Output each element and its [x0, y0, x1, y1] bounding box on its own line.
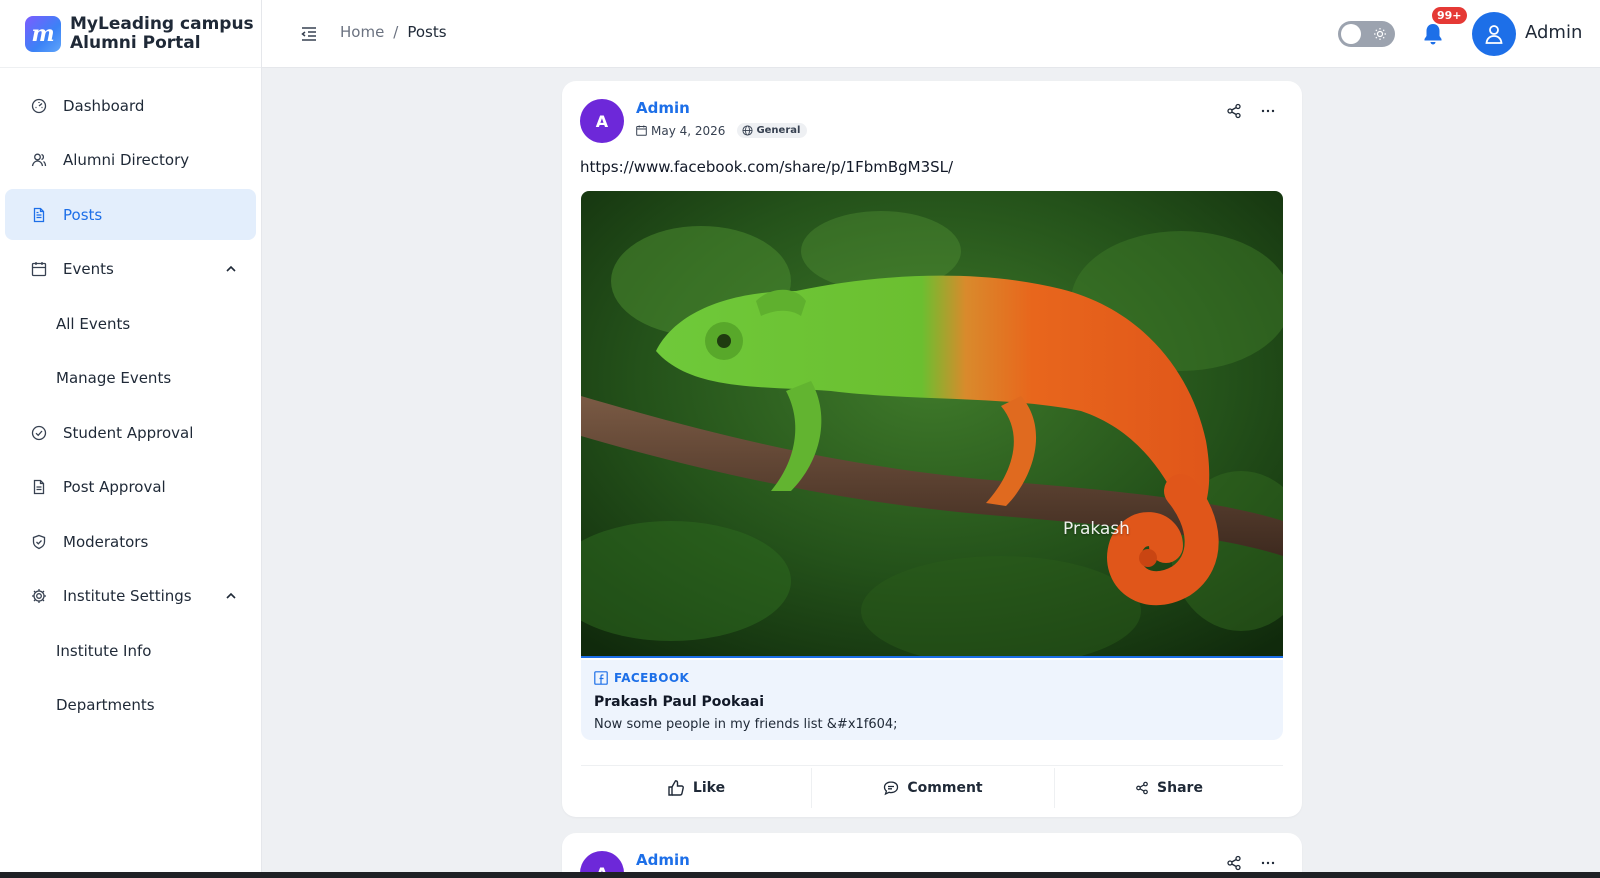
theme-toggle[interactable] [1338, 21, 1395, 47]
post-author-name[interactable]: Admin [636, 851, 690, 869]
comment-icon [884, 781, 899, 796]
file-check-icon [30, 479, 47, 496]
link-preview-source: FACEBOOK [594, 671, 689, 685]
link-preview[interactable]: FACEBOOK Prakash Paul Pookaai Now some p… [581, 660, 1283, 740]
brand-logo: m [25, 15, 61, 52]
user-icon [1485, 25, 1503, 44]
users-icon [30, 152, 47, 169]
sidebar-item-label: Student Approval [63, 423, 194, 442]
bell-icon[interactable] [1422, 22, 1444, 46]
check-circle-icon [30, 424, 47, 441]
gear-icon [30, 588, 47, 605]
sidebar-item-label: Events [63, 260, 114, 278]
user-avatar[interactable] [1472, 12, 1516, 56]
thumbs-up-icon [668, 780, 684, 796]
sidebar-item-label: Moderators [63, 532, 149, 551]
sidebar-item-student-approval[interactable]: Student Approval [5, 407, 256, 458]
breadcrumb-current: Posts [407, 23, 447, 41]
sidebar-item-dashboard[interactable]: Dashboard [5, 80, 256, 131]
post-text[interactable]: https://www.facebook.com/share/p/1FbmBgM… [580, 158, 953, 176]
calendar-icon [636, 125, 647, 136]
sidebar-subitem-manage-events[interactable]: Manage Events [5, 353, 256, 404]
breadcrumb: Home / Posts [340, 23, 447, 41]
sidebar-subitem-departments[interactable]: Departments [5, 680, 256, 731]
post-author-avatar[interactable]: A [580, 99, 624, 143]
gauge-icon [30, 97, 47, 114]
shield-check-icon [30, 533, 47, 550]
notification-badge: 99+ [1432, 7, 1467, 24]
calendar-icon [30, 261, 47, 278]
sidebar-item-post-approval[interactable]: Post Approval [5, 462, 256, 513]
menu-collapse-icon[interactable] [300, 25, 318, 43]
facebook-icon [594, 671, 608, 685]
image-watermark: Prakash [1063, 519, 1130, 539]
link-preview-source-label: FACEBOOK [614, 671, 690, 685]
sidebar-nav: Dashboard Alumni Directory Posts Events … [0, 68, 261, 731]
sidebar-item-label: Post Approval [63, 478, 166, 496]
brand-name-line2: Alumni Portal [70, 32, 201, 53]
brand[interactable]: m MyLeading campus Alumni Portal [0, 0, 261, 68]
sidebar-item-events[interactable]: Events [5, 244, 256, 295]
post-tag-label: General [756, 125, 801, 136]
share-label: Share [1157, 780, 1203, 796]
breadcrumb-home[interactable]: Home [340, 23, 384, 41]
sun-icon [1374, 28, 1386, 40]
brand-name: MyLeading campus Alumni Portal [70, 13, 254, 53]
comment-button[interactable]: Comment [811, 768, 1054, 808]
top-header: Home / Posts 99+ Admin [262, 0, 1600, 68]
sidebar-subitem-all-events[interactable]: All Events [5, 298, 256, 349]
document-icon [30, 206, 47, 223]
chevron-up-icon [226, 592, 236, 599]
post-card: A Admin May 4, 2026 General https://www.… [562, 81, 1302, 817]
brand-name-line1: MyLeading campus [70, 13, 254, 34]
sidebar-subitem-institute-info[interactable]: Institute Info [5, 625, 256, 676]
sidebar-item-label: Alumni Directory [63, 151, 190, 169]
breadcrumb-separator: / [393, 23, 399, 41]
post-date: May 4, 2026 [651, 123, 726, 138]
globe-icon [742, 125, 753, 136]
link-preview-description: Now some people in my friends list &#x1f… [594, 717, 898, 732]
sidebar: m MyLeading campus Alumni Portal Dashboa… [0, 0, 262, 878]
sidebar-item-label: Institute Settings [63, 587, 192, 605]
like-button[interactable]: Like [581, 768, 811, 808]
bottom-bar [0, 872, 1600, 878]
share-icon [1136, 781, 1148, 795]
post-tag: General [737, 123, 808, 138]
post-image[interactable]: Prakash [581, 191, 1283, 658]
post-author-name[interactable]: Admin [636, 99, 690, 117]
chevron-up-icon [226, 265, 236, 272]
sidebar-item-label: Posts [63, 205, 103, 224]
sidebar-item-moderators[interactable]: Moderators [5, 516, 256, 567]
like-label: Like [692, 780, 726, 796]
post-meta: May 4, 2026 General [636, 123, 808, 138]
share-icon[interactable] [1226, 103, 1242, 119]
more-options-icon[interactable] [1260, 855, 1276, 871]
comment-label: Comment [907, 780, 983, 796]
more-options-icon[interactable] [1260, 103, 1276, 119]
theme-toggle-knob [1341, 24, 1361, 44]
sidebar-item-label: Dashboard [63, 96, 145, 115]
share-button[interactable]: Share [1054, 768, 1283, 808]
user-name[interactable]: Admin [1525, 22, 1582, 43]
link-preview-title: Prakash Paul Pookaai [594, 694, 765, 710]
sidebar-item-alumni-directory[interactable]: Alumni Directory [5, 135, 256, 186]
sidebar-item-posts[interactable]: Posts [5, 189, 256, 240]
sidebar-item-institute-settings[interactable]: Institute Settings [5, 571, 256, 622]
post-actions: Like Comment Share [581, 765, 1283, 808]
share-icon[interactable] [1226, 855, 1242, 871]
chameleon-image [581, 191, 1283, 656]
